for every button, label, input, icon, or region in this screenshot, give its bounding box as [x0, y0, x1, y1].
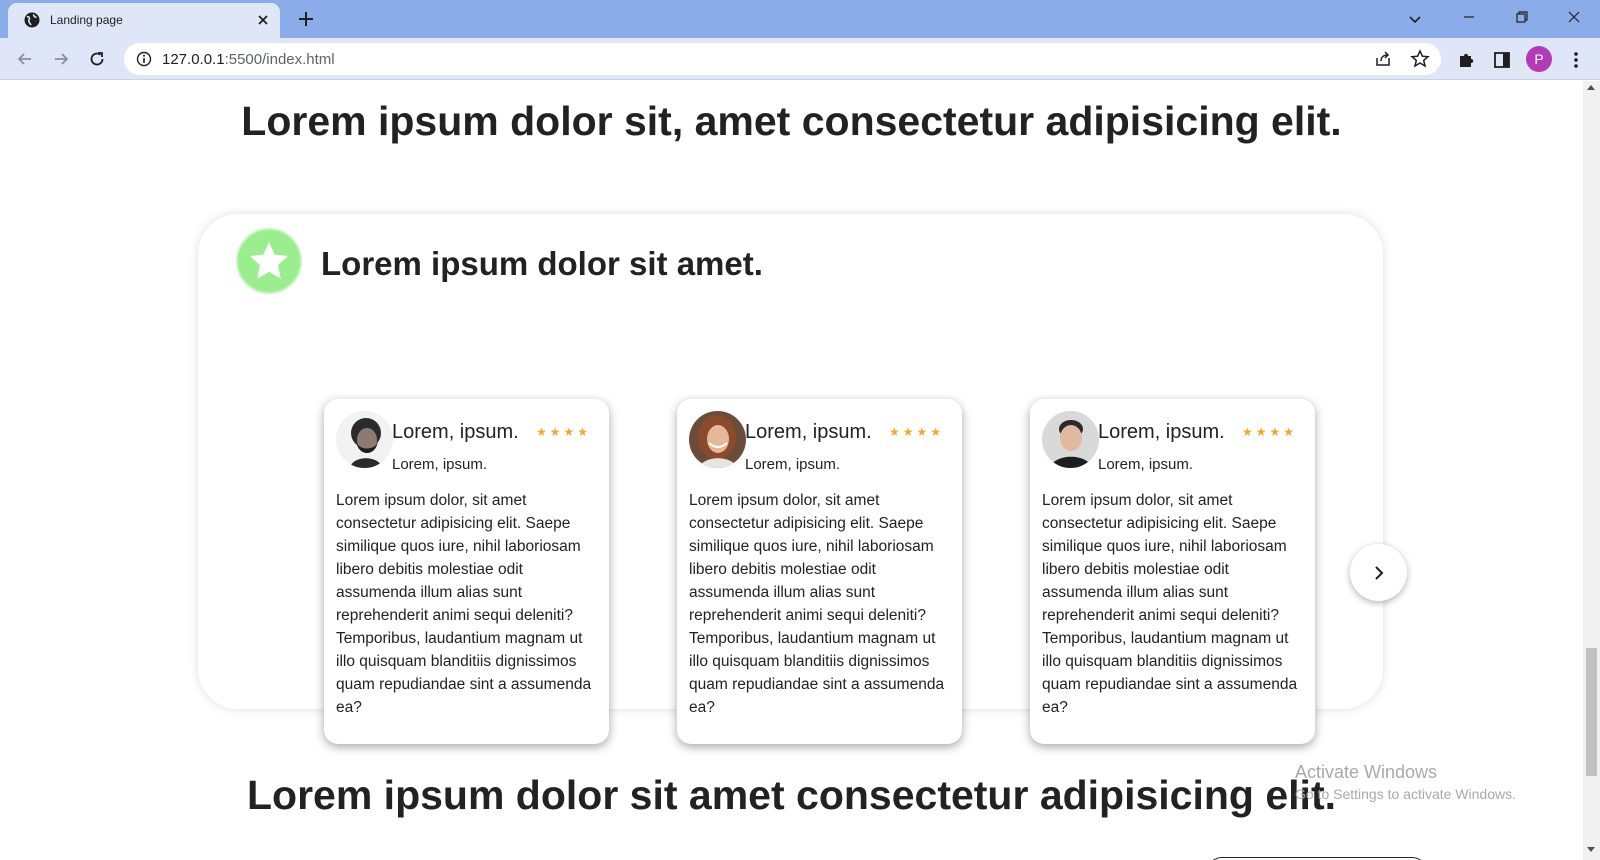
watermark-subtitle: Go to Settings to activate Windows.	[1295, 786, 1516, 802]
url-host: 127.0.0.1	[162, 51, 225, 68]
reviewer-subtitle: Lorem, ipsum.	[1098, 456, 1194, 473]
bearded-man-avatar-icon	[336, 411, 393, 468]
woman-avatar-icon	[689, 411, 746, 468]
forward-button[interactable]	[48, 46, 74, 72]
rating-stars: ★★★★	[1242, 425, 1298, 439]
reload-button[interactable]	[84, 46, 110, 72]
url-text[interactable]: 127.0.0.1:5500/index.html	[162, 51, 335, 68]
avatar	[1042, 411, 1099, 468]
arrow-left-icon	[17, 53, 31, 65]
profile-avatar[interactable]: P	[1526, 46, 1552, 72]
close-tab-icon[interactable]	[254, 11, 272, 29]
avatar	[689, 411, 746, 468]
scroll-up-arrow-icon[interactable]	[1587, 85, 1595, 90]
share-icon[interactable]	[1374, 50, 1392, 68]
arrow-right-icon	[55, 53, 69, 65]
carousel-next-button[interactable]	[1350, 544, 1407, 601]
tab-title: Landing page	[50, 13, 123, 27]
url-path: :5500/index.html	[224, 51, 335, 68]
avatar	[336, 411, 393, 468]
star-icon	[250, 242, 288, 279]
testimonial-card: Lorem, ipsum. ★★★★ Lorem, ipsum. Lorem i…	[324, 399, 609, 744]
extensions-puzzle-icon[interactable]	[1456, 50, 1476, 70]
close-window-button[interactable]	[1548, 0, 1600, 34]
restore-button[interactable]	[1496, 0, 1548, 34]
rating-stars: ★★★★	[889, 425, 945, 439]
review-text: Lorem ipsum dolor, sit amet consectetur …	[689, 492, 945, 716]
reviewer-name: Lorem, ipsum.	[392, 421, 519, 443]
address-bar[interactable]: 127.0.0.1:5500/index.html	[124, 43, 1441, 75]
back-button[interactable]	[12, 46, 38, 72]
chevron-right-icon	[1374, 565, 1383, 580]
reload-icon	[90, 52, 104, 66]
page-viewport: Lorem ipsum dolor sit, amet consectetur …	[0, 81, 1583, 860]
globe-icon	[24, 12, 40, 28]
testimonial-card: Lorem, ipsum. ★★★★ Lorem, ipsum. Lorem i…	[677, 399, 962, 744]
new-tab-icon[interactable]	[296, 9, 316, 29]
kebab-menu-icon[interactable]	[1566, 50, 1586, 70]
panel-title: Lorem ipsum dolor sit amet.	[321, 245, 763, 282]
reviewer-name: Lorem, ipsum.	[1098, 421, 1225, 443]
testimonial-card: Lorem, ipsum. ★★★★ Lorem, ipsum. Lorem i…	[1030, 399, 1315, 744]
browser-toolbar: 127.0.0.1:5500/index.html P	[0, 38, 1600, 80]
side-panel-icon[interactable]	[1492, 50, 1512, 70]
reviewer-name: Lorem, ipsum.	[745, 421, 872, 443]
watermark-title: Activate Windows	[1295, 762, 1438, 782]
man-avatar-icon	[1042, 411, 1099, 468]
star-badge	[236, 228, 302, 294]
page-scrollbar[interactable]	[1583, 81, 1600, 860]
reviewer-subtitle: Lorem, ipsum.	[745, 456, 841, 473]
bookmark-star-icon[interactable]	[1410, 49, 1430, 69]
rating-stars: ★★★★	[536, 425, 592, 439]
scrollbar-thumb[interactable]	[1586, 648, 1597, 776]
windows-activation-watermark: Activate Windows Go to Settings to activ…	[1295, 762, 1516, 802]
browser-tab[interactable]: Landing page	[8, 3, 280, 38]
tab-strip: Landing page	[0, 0, 1600, 38]
tab-search-chevron-icon[interactable]	[1406, 10, 1424, 28]
review-text: Lorem ipsum dolor, sit amet consectetur …	[1042, 492, 1298, 716]
minimize-button[interactable]	[1443, 0, 1495, 34]
review-text: Lorem ipsum dolor, sit amet consectetur …	[336, 492, 592, 716]
restore-icon	[1516, 11, 1528, 23]
minimize-icon	[1464, 16, 1474, 18]
scroll-down-arrow-icon[interactable]	[1587, 847, 1595, 852]
info-icon[interactable]	[136, 51, 152, 67]
reviewer-subtitle: Lorem, ipsum.	[392, 456, 488, 473]
close-icon	[1568, 11, 1580, 23]
section-heading: Lorem ipsum dolor sit, amet consectetur …	[241, 98, 1342, 144]
